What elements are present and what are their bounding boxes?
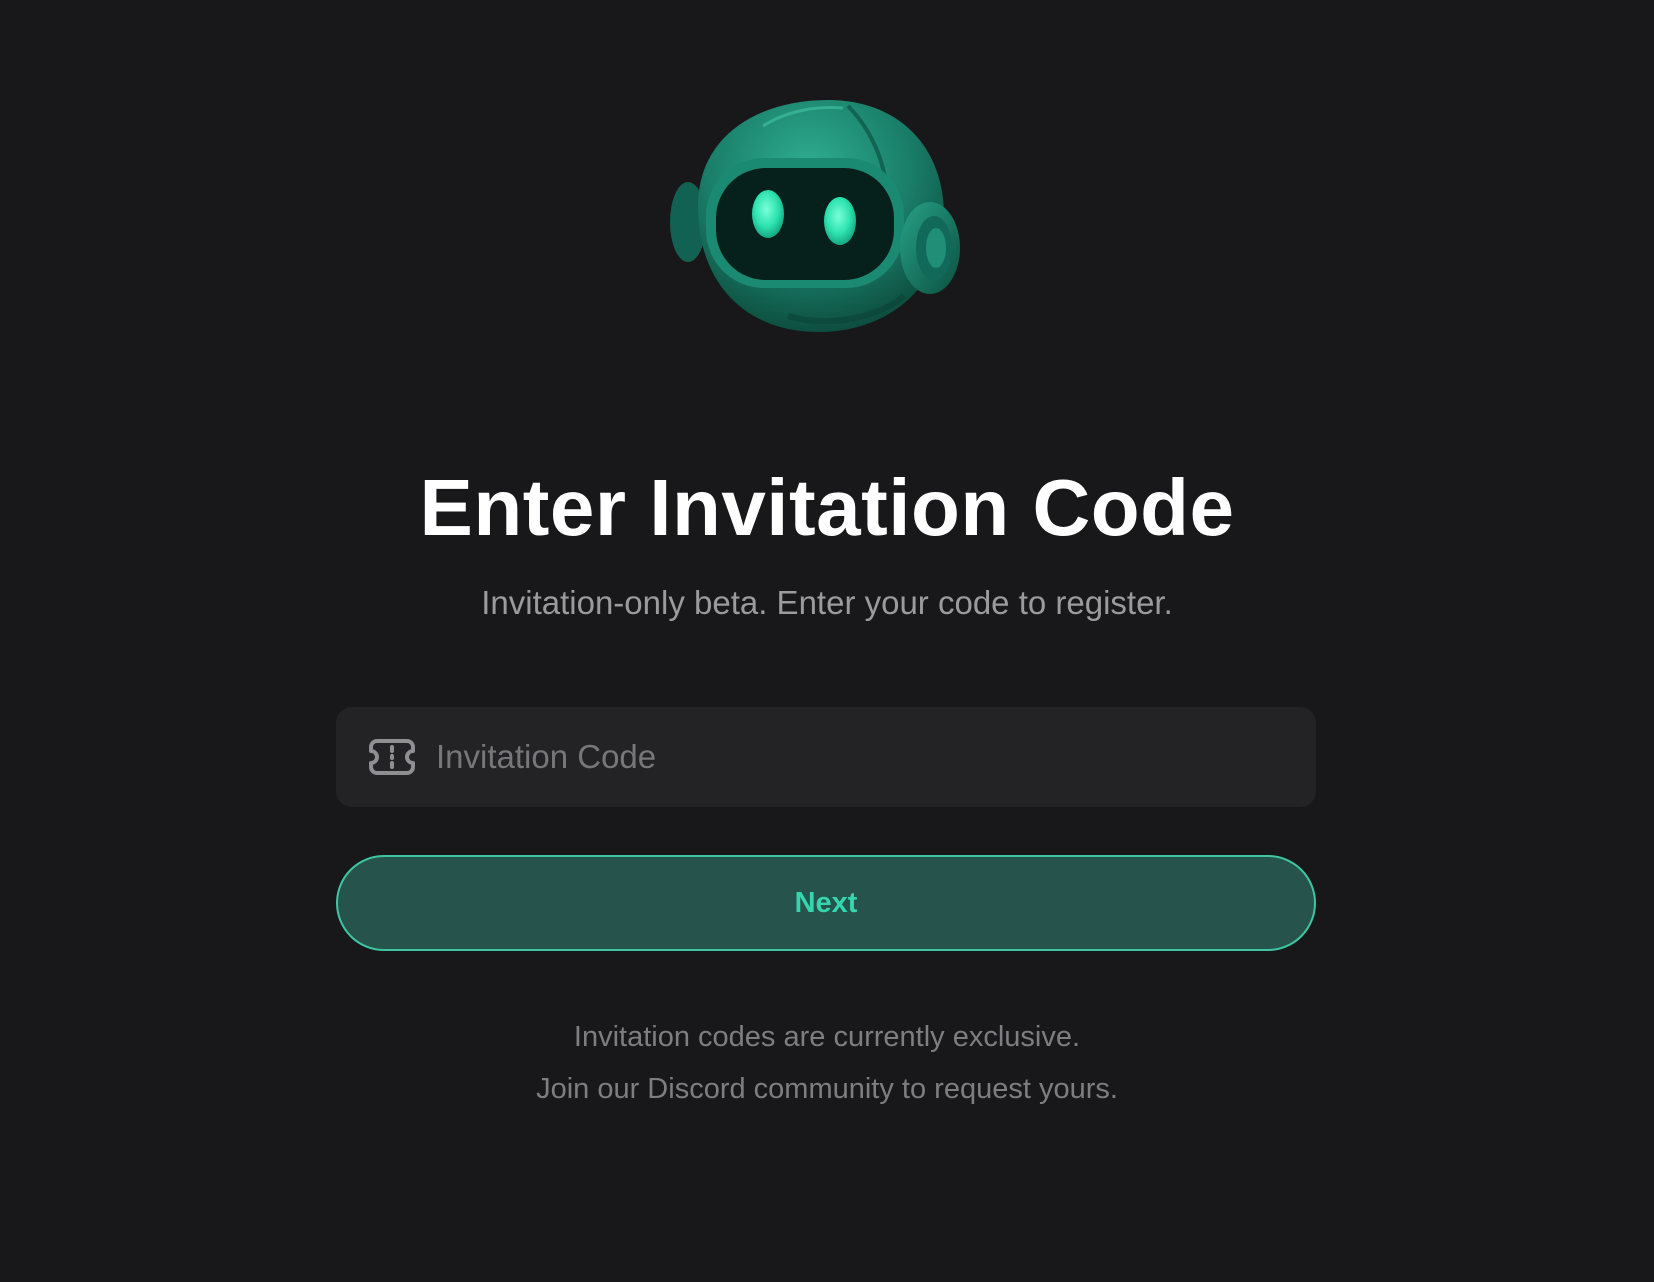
next-button[interactable]: Next [336, 855, 1316, 951]
invitation-code-field[interactable] [336, 707, 1316, 807]
footer-note-discord: Join our Discord community to request yo… [536, 1073, 1118, 1105]
ticket-icon [369, 739, 415, 775]
invitation-page: Enter Invitation Code Invitation-only be… [0, 0, 1654, 1282]
footer-note-exclusive: Invitation codes are currently exclusive… [573, 1021, 1081, 1053]
robot-mascot-icon [670, 100, 960, 332]
invitation-code-input[interactable] [436, 707, 1296, 807]
page-subtitle: Invitation-only beta. Enter your code to… [481, 584, 1173, 621]
page-title: Enter Invitation Code [419, 463, 1235, 552]
